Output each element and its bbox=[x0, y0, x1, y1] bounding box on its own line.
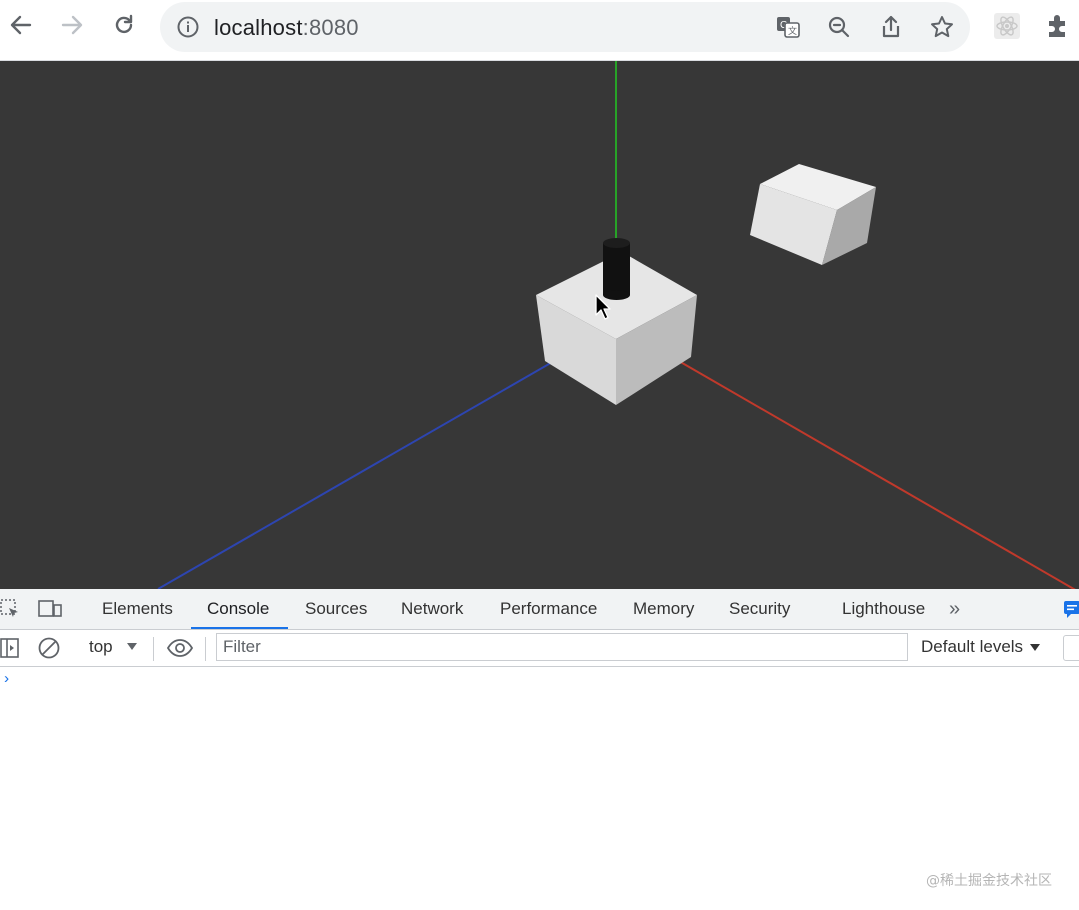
share-icon[interactable] bbox=[878, 14, 904, 40]
tab-sources[interactable]: Sources bbox=[305, 589, 367, 629]
bookmark-star-icon[interactable] bbox=[929, 14, 955, 40]
tab-performance[interactable]: Performance bbox=[500, 589, 597, 629]
url-text[interactable]: localhost:8080 bbox=[214, 15, 359, 41]
settings-button[interactable] bbox=[1063, 635, 1079, 661]
more-tabs-chevron-icon[interactable]: » bbox=[949, 589, 960, 629]
active-tab-indicator bbox=[191, 627, 288, 629]
webgl-canvas[interactable] bbox=[0, 61, 1079, 589]
url-port: :8080 bbox=[303, 15, 359, 40]
zoom-icon[interactable] bbox=[826, 14, 852, 40]
context-dropdown-icon[interactable] bbox=[127, 643, 137, 650]
translate-icon[interactable]: G文 bbox=[775, 14, 801, 40]
x-axis-line bbox=[658, 349, 1079, 589]
tab-memory[interactable]: Memory bbox=[633, 589, 694, 629]
filter-field[interactable] bbox=[216, 633, 908, 661]
address-bar[interactable]: localhost:8080 G文 bbox=[160, 2, 970, 52]
floating-cube bbox=[750, 164, 876, 265]
levels-dropdown-icon[interactable] bbox=[1030, 644, 1040, 651]
tab-lighthouse[interactable]: Lighthouse bbox=[842, 589, 925, 629]
inspect-element-icon[interactable] bbox=[0, 599, 20, 619]
black-cylinder bbox=[603, 238, 630, 300]
sidebar-toggle-icon[interactable] bbox=[0, 637, 20, 659]
forward-arrow-icon[interactable] bbox=[57, 9, 87, 41]
back-arrow-icon[interactable] bbox=[6, 9, 36, 41]
filter-input[interactable] bbox=[217, 634, 909, 660]
svg-text:文: 文 bbox=[788, 25, 797, 37]
toolbar-divider bbox=[205, 637, 206, 661]
devtools-panel: Elements Console Sources Network Perform… bbox=[0, 589, 1079, 910]
url-host: localhost bbox=[214, 15, 303, 40]
toolbar-divider bbox=[153, 637, 154, 661]
clear-console-icon[interactable] bbox=[37, 636, 61, 660]
tab-console[interactable]: Console bbox=[207, 589, 269, 629]
watermark-text: @稀土掘金技术社区 bbox=[926, 870, 1052, 890]
z-axis-line bbox=[158, 349, 575, 589]
tab-elements[interactable]: Elements bbox=[102, 589, 173, 629]
reload-icon[interactable] bbox=[109, 9, 139, 41]
console-prompt[interactable]: › bbox=[2, 671, 11, 688]
browser-toolbar: localhost:8080 G文 bbox=[0, 0, 1079, 61]
log-levels-dropdown[interactable]: Default levels bbox=[921, 637, 1023, 657]
tab-security[interactable]: Security bbox=[729, 589, 790, 629]
console-toolbar: top Default levels bbox=[0, 630, 1079, 667]
device-toolbar-icon[interactable] bbox=[37, 598, 63, 620]
issues-badge-icon[interactable] bbox=[1062, 599, 1079, 619]
info-icon[interactable] bbox=[176, 15, 200, 44]
live-expression-eye-icon[interactable] bbox=[166, 637, 194, 659]
devtools-tabbar: Elements Console Sources Network Perform… bbox=[0, 589, 1079, 630]
react-devtools-icon[interactable] bbox=[993, 12, 1021, 40]
extensions-puzzle-icon[interactable] bbox=[1044, 12, 1072, 40]
tab-network[interactable]: Network bbox=[401, 589, 463, 629]
context-selector[interactable]: top bbox=[89, 637, 113, 657]
